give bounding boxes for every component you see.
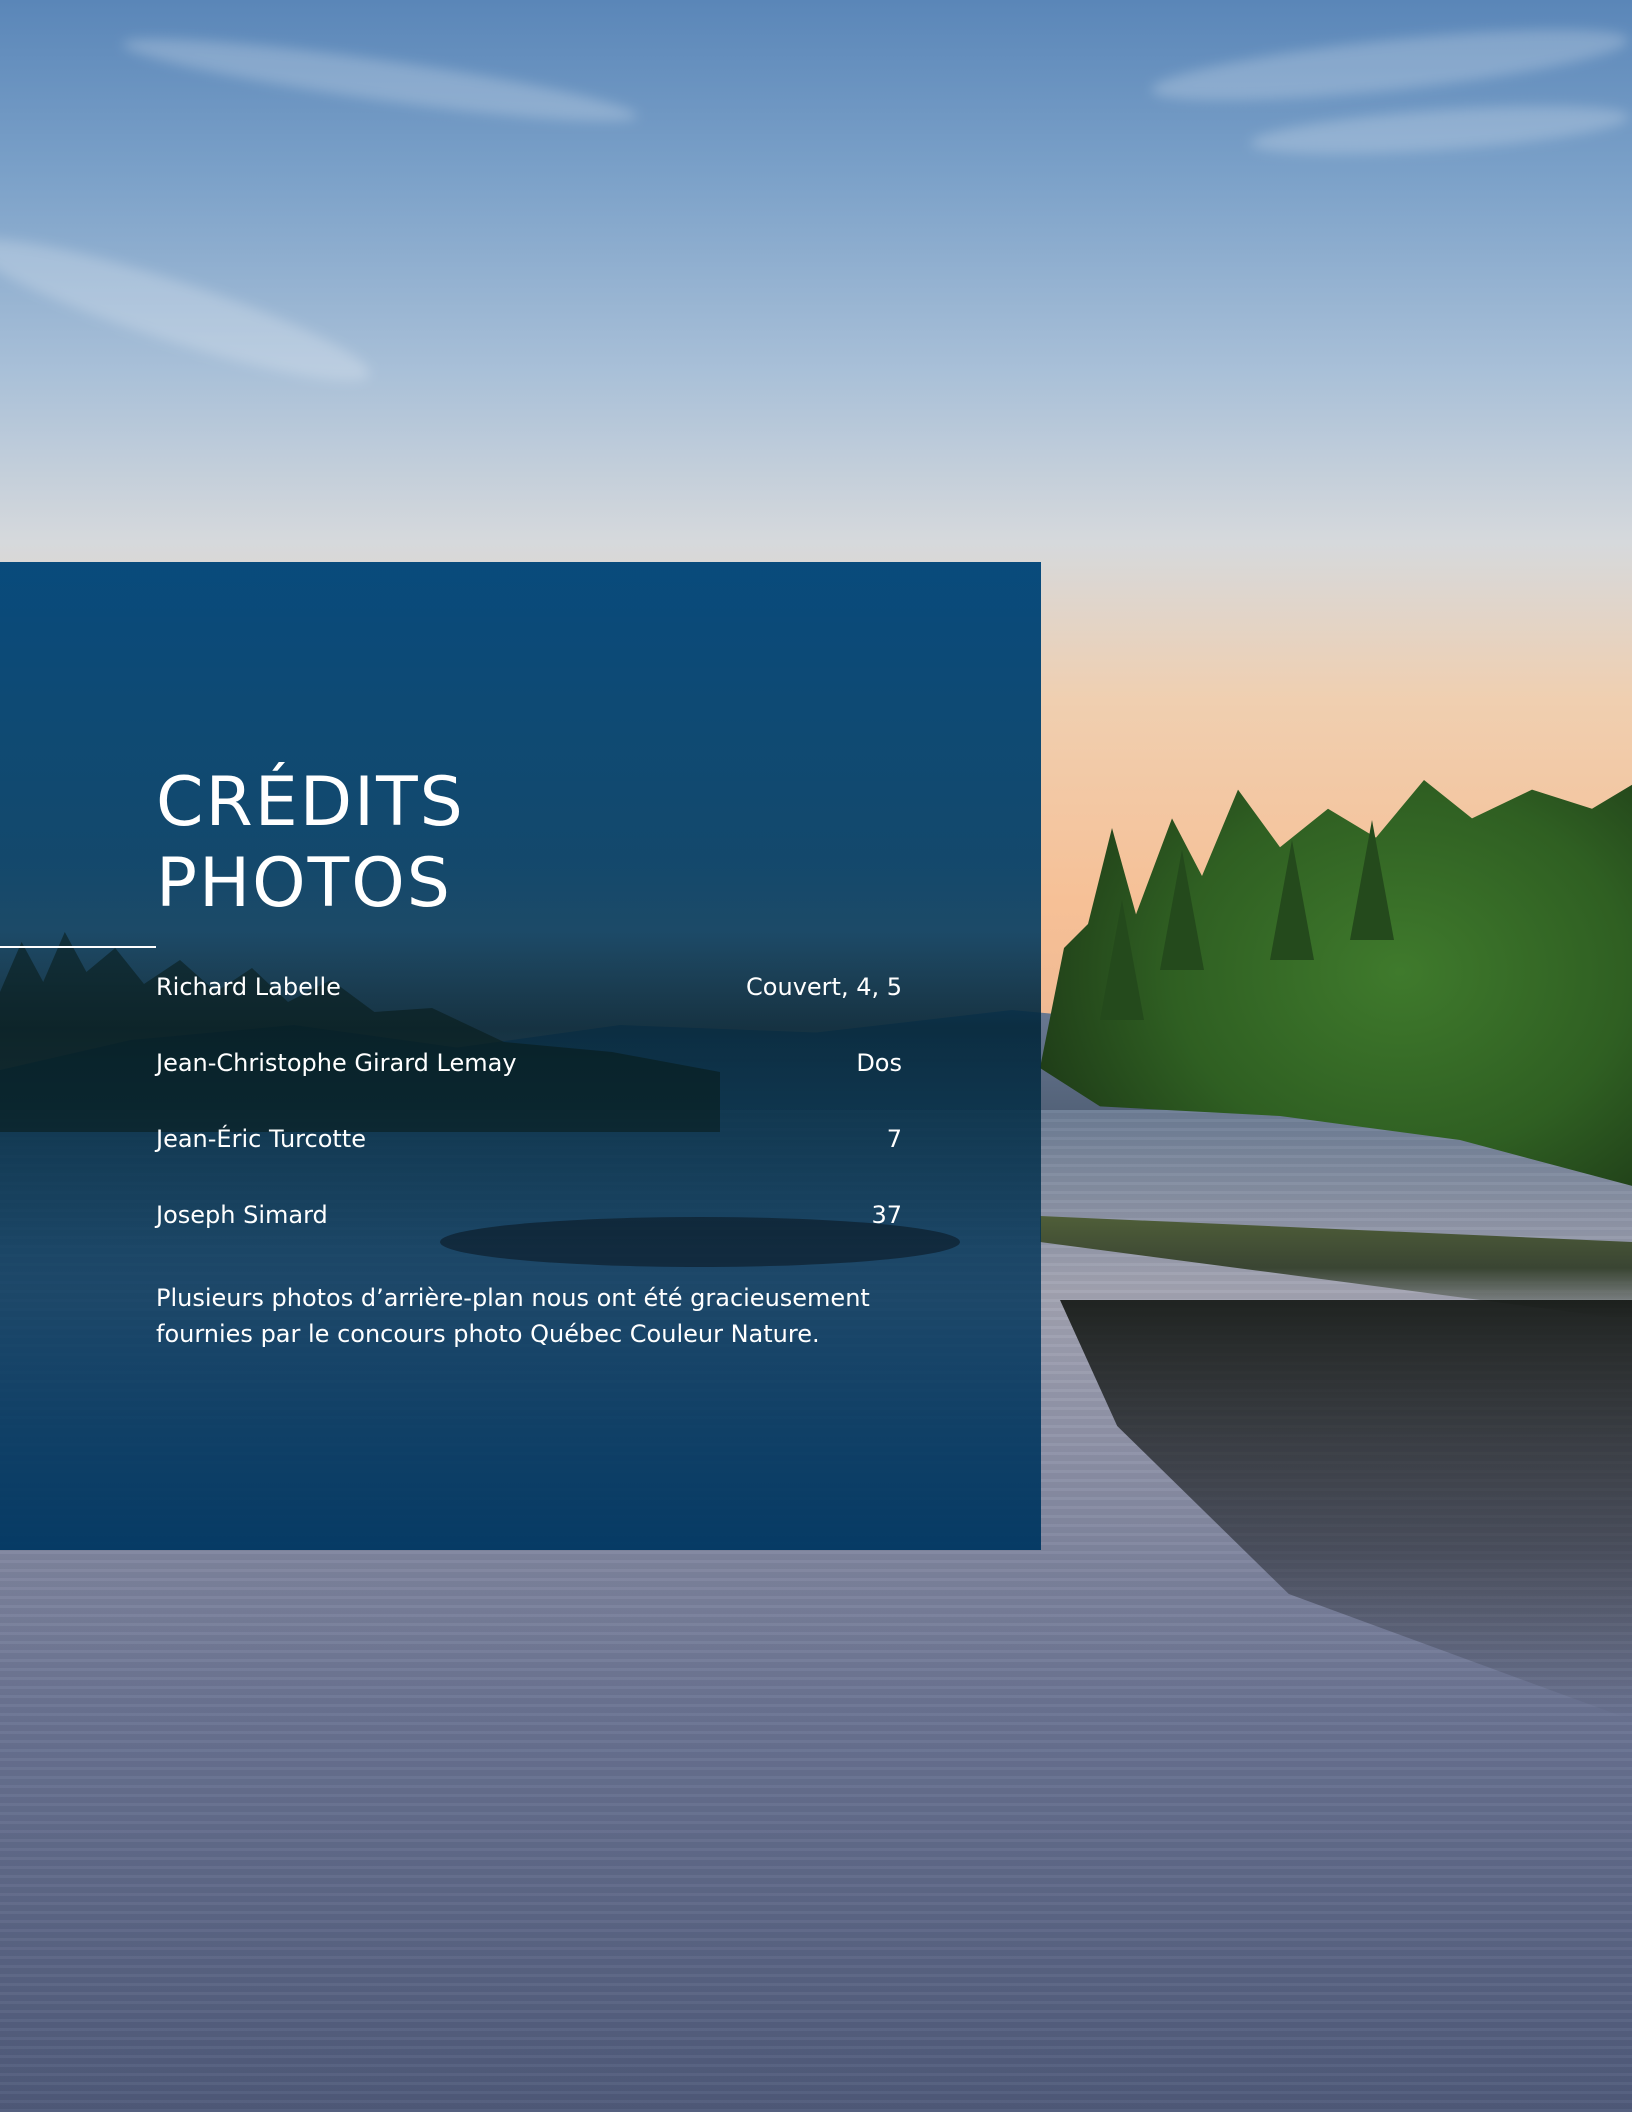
cloud <box>1249 96 1631 164</box>
page-title: CRÉDITS PHOTOS <box>156 763 465 923</box>
credit-pages: 37 <box>871 1201 902 1229</box>
credit-pages: Couvert, 4, 5 <box>746 973 902 1001</box>
credits-list: Richard Labelle Couvert, 4, 5 Jean-Chris… <box>156 968 902 1272</box>
credits-panel: CRÉDITS PHOTOS Richard Labelle Couvert, … <box>0 562 1041 1550</box>
credit-row: Jean-Éric Turcotte 7 <box>156 1120 902 1158</box>
title-divider <box>0 946 156 948</box>
cloud <box>1148 15 1632 115</box>
background-photos-note: Plusieurs photos d’arrière-plan nous ont… <box>156 1284 870 1348</box>
credit-row: Richard Labelle Couvert, 4, 5 <box>156 968 902 1006</box>
cloud <box>119 24 641 136</box>
tree <box>1100 900 1144 1020</box>
credit-pages: 7 <box>886 1125 902 1153</box>
photographer-name: Joseph Simard <box>156 1201 328 1229</box>
photographer-name: Jean-Christophe Girard Lemay <box>156 1049 517 1077</box>
credit-row: Jean-Christophe Girard Lemay Dos <box>156 1044 902 1082</box>
photographer-name: Jean-Éric Turcotte <box>156 1125 366 1153</box>
tree <box>1350 820 1394 940</box>
tree <box>1160 850 1204 970</box>
cloud <box>0 216 379 404</box>
credit-pages: Dos <box>856 1049 902 1077</box>
tree <box>1270 840 1314 960</box>
photographer-name: Richard Labelle <box>156 973 341 1001</box>
credit-row: Joseph Simard 37 <box>156 1196 902 1234</box>
